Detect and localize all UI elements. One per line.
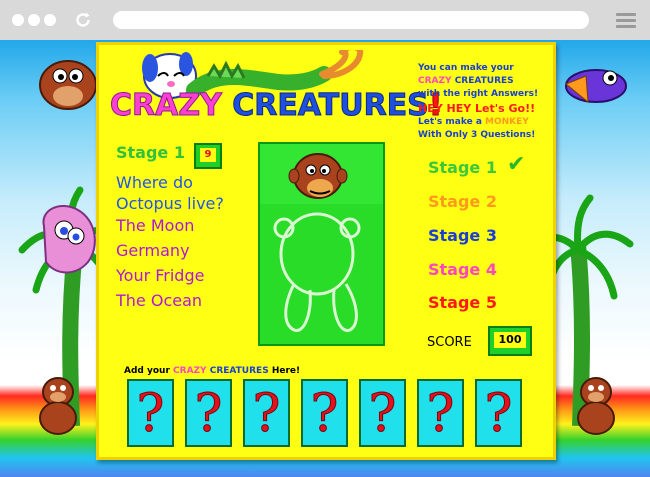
- score-box: 100: [488, 326, 532, 356]
- address-bar[interactable]: [113, 11, 589, 29]
- question-counter: 9: [200, 148, 216, 162]
- question-mark-icon: ?: [252, 384, 281, 445]
- answer-option[interactable]: Germany: [116, 241, 190, 260]
- creature-slot[interactable]: ?: [417, 379, 464, 447]
- intro-line: You can make your: [418, 63, 514, 73]
- score-value: 100: [494, 332, 526, 348]
- question-mark-icon: ?: [426, 384, 455, 445]
- window-dot-icon[interactable]: [12, 14, 24, 26]
- game-title: CRAZY CREATURES!: [110, 88, 443, 124]
- question-line: Octopus live?: [116, 194, 224, 213]
- stage-label: Stage 4: [428, 260, 497, 279]
- question-mark-icon: ?: [194, 384, 223, 445]
- add-creatures-label: Add your CRAZY CREATURES Here!: [124, 366, 301, 376]
- creature-slot[interactable]: ?: [185, 379, 232, 447]
- current-stage-label: Stage 1: [116, 143, 185, 162]
- monkey-creature-drawing: [260, 144, 383, 332]
- hamburger-menu-icon[interactable]: [616, 13, 636, 28]
- answer-option[interactable]: The Ocean: [116, 291, 202, 310]
- intro-monkey: MONKEY: [485, 117, 529, 127]
- question-line: Where do: [116, 173, 193, 192]
- creature-slot[interactable]: ?: [243, 379, 290, 447]
- stage-5-label: Stage 5: [428, 293, 497, 312]
- monkey-illustration: [39, 377, 77, 435]
- window-dot-icon[interactable]: [28, 14, 40, 26]
- browser-toolbar: [0, 0, 650, 40]
- answer-option[interactable]: Your Fridge: [116, 266, 204, 285]
- intro-line: Let's make a: [418, 117, 482, 127]
- question-mark-icon: ?: [484, 384, 513, 445]
- question-counter-box: 9: [194, 143, 222, 169]
- question-text: Where do Octopus live?: [116, 172, 224, 214]
- score-label: SCORE: [427, 335, 472, 350]
- intro-line: with the right Answers!: [418, 89, 539, 99]
- intro-creatures: CREATURES: [454, 76, 514, 86]
- creature-build-panel: [258, 142, 385, 346]
- stage-label: Stage 3: [428, 226, 497, 245]
- reload-icon[interactable]: [74, 11, 92, 29]
- creature-slot[interactable]: ?: [475, 379, 522, 447]
- answer-option[interactable]: The Moon: [116, 216, 194, 235]
- stage-label: Stage 2: [428, 192, 497, 211]
- stage-3-label: Stage 3: [428, 226, 497, 245]
- stage-label: Stage 5: [428, 293, 497, 312]
- intro-text: You can make your CRAZY CREATURES with t…: [418, 62, 538, 142]
- intro-crazy: CRAZY: [418, 76, 452, 86]
- question-mark-icon: ?: [136, 384, 165, 445]
- stage-label: Stage 1: [428, 158, 497, 177]
- monkey-illustration: [577, 377, 615, 435]
- title-creatures: CREATURES: [232, 88, 430, 124]
- checkmark-icon: ✔: [507, 152, 526, 177]
- stage-1-label: Stage 1: [428, 158, 497, 177]
- intro-line-hey: HEY HEY Let's Go!!: [418, 102, 536, 115]
- stage-4-label: Stage 4: [428, 260, 497, 279]
- creature-slot[interactable]: ?: [127, 379, 174, 447]
- intro-line: With Only 3 Questions!: [418, 130, 536, 140]
- window-dot-icon[interactable]: [44, 14, 56, 26]
- creature-slot[interactable]: ?: [359, 379, 406, 447]
- question-mark-icon: ?: [310, 384, 339, 445]
- question-mark-icon: ?: [368, 384, 397, 445]
- title-crazy: CRAZY: [110, 88, 223, 124]
- creature-slot[interactable]: ?: [301, 379, 348, 447]
- stage-2-label: Stage 2: [428, 192, 497, 211]
